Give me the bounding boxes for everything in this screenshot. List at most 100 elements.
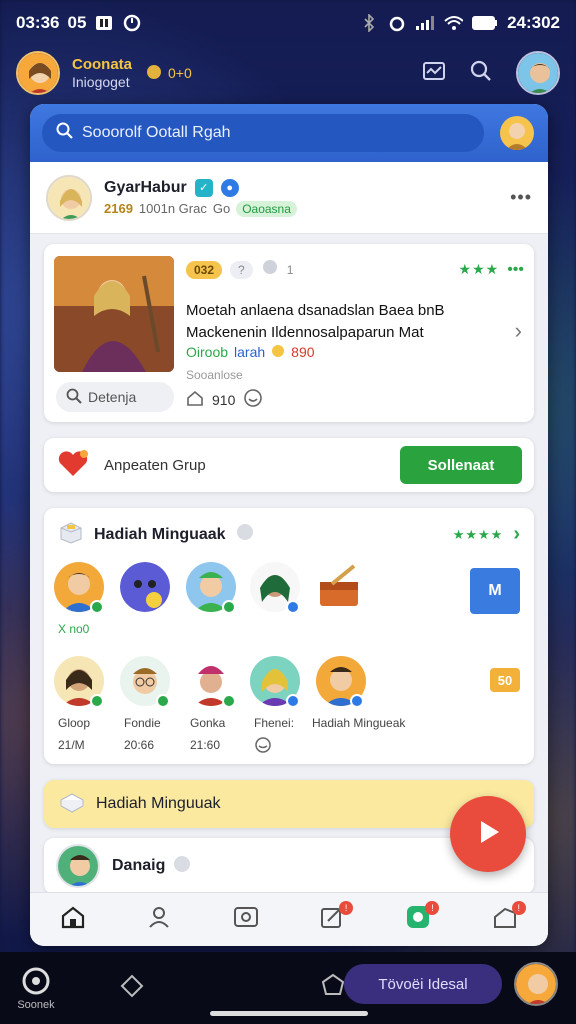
- box-icon: [58, 520, 84, 549]
- feature-image: [54, 256, 174, 372]
- play-icon: [473, 817, 503, 852]
- m-tile[interactable]: M: [470, 568, 520, 614]
- chevron-right-icon[interactable]: ›: [515, 318, 522, 344]
- system-pill-button[interactable]: Tövoëi Idesal: [344, 964, 502, 1004]
- feature-tags: 032 ? 1 ★★★ •••: [186, 258, 524, 281]
- status-dot: [222, 600, 236, 614]
- system-left[interactable]: Soonek: [14, 966, 58, 1011]
- feature-stat: 910: [186, 388, 263, 411]
- reward-value-3: 21:60: [190, 738, 221, 752]
- reward-header[interactable]: Hadiah Minguaak ★★★★ ›: [58, 520, 520, 549]
- feature-search[interactable]: Detenja: [56, 382, 174, 412]
- profile-row-avatar: [46, 174, 92, 221]
- clock-icon: [122, 14, 142, 32]
- profile-level: 2169: [104, 201, 133, 216]
- feature-tag-2: ?: [230, 260, 253, 279]
- reward-title: Hadiah Minguaak: [94, 525, 226, 543]
- smile-icon: [254, 736, 272, 759]
- reward-name-5: Hadiah Mingueak: [312, 716, 406, 730]
- user-avatar[interactable]: [16, 51, 60, 95]
- nav-profile[interactable]: [142, 903, 176, 937]
- reward-avatar-2[interactable]: [120, 562, 170, 612]
- feature-price-green: Oiroob: [186, 344, 229, 360]
- reward-row-label: X no0: [58, 622, 90, 636]
- house-icon: [186, 390, 204, 409]
- search-bar[interactable]: Sooorolf Ootall Rgah: [42, 114, 484, 152]
- chevron-right-icon[interactable]: ›: [513, 523, 520, 546]
- inbox-icon[interactable]: [422, 61, 446, 86]
- status-time: 03:36: [16, 13, 60, 32]
- feature-stars: ★★★: [458, 261, 500, 277]
- panel-bottom-nav: ! ! !: [30, 892, 548, 946]
- reward-value-1: 21/M: [58, 738, 85, 752]
- reward-name-2: Fondie: [124, 716, 161, 730]
- profile-row[interactable]: GyarHabur ✓ ● 2169 1001n Grac Go Oaoasna…: [30, 162, 548, 234]
- coin-icon: [271, 344, 285, 361]
- tag-icon[interactable]: [118, 972, 146, 1005]
- status-dot: [90, 600, 104, 614]
- header-coins: 0+0: [144, 63, 192, 84]
- feature-card[interactable]: 032 ? 1 ★★★ ••• Moetah anlaena dsanadsla…: [44, 244, 534, 422]
- nav-share[interactable]: !: [488, 900, 526, 937]
- header-subtitle: Iniogoget: [72, 73, 130, 90]
- profile-name: GyarHabur ✓ ●: [104, 178, 297, 197]
- notification-badge: !: [511, 900, 526, 915]
- group-label: Anpeaten Grup: [104, 456, 206, 474]
- status-dot: [286, 694, 300, 708]
- o-tile: 50: [490, 668, 520, 692]
- status-extra: 05: [67, 13, 87, 32]
- profile-avatar[interactable]: [516, 51, 560, 95]
- banner-text: Hadiah Minguuak: [96, 795, 221, 812]
- home-indicator[interactable]: [210, 1011, 368, 1016]
- search-icon: [56, 122, 74, 145]
- info-icon: [236, 523, 254, 546]
- join-button[interactable]: Sollenaat: [400, 446, 522, 484]
- home-icon: [60, 905, 86, 934]
- coin-count: 0+0: [168, 65, 192, 81]
- system-avatar[interactable]: [514, 962, 558, 1006]
- status-dot: [90, 694, 104, 708]
- target-icon: [21, 967, 51, 999]
- reward-card: Hadiah Minguaak ★★★★ › M X no0 50 Gloop …: [44, 508, 534, 764]
- profile-meta-text: 1001n Grac: [138, 201, 207, 216]
- nav-edit[interactable]: !: [315, 900, 354, 937]
- feature-more-icon[interactable]: •••: [507, 261, 524, 279]
- info-icon: [173, 855, 191, 878]
- reward-name-1: Gloop: [58, 716, 91, 730]
- verified-icon: ✓: [194, 178, 213, 197]
- battery-icon: [471, 14, 499, 32]
- profile-meta: 2169 1001n Grac Go Oaoasna: [104, 200, 297, 217]
- header-names: Coonata Iniogoget: [72, 56, 132, 89]
- play-button[interactable]: [450, 796, 526, 872]
- panel-avatar[interactable]: [500, 116, 534, 150]
- battery-text: 24:302: [507, 13, 560, 32]
- puzzle-icon[interactable]: [320, 972, 346, 1003]
- notification-badge: !: [339, 900, 354, 915]
- system-left-label: Soonek: [17, 998, 55, 1011]
- search-icon[interactable]: [470, 60, 492, 87]
- feature-text-line-1: Moetah anlaena dsanadslan Baea bnB: [186, 302, 445, 319]
- feature-stat-value: 910: [212, 391, 236, 408]
- alarm-icon: [387, 14, 407, 32]
- user-card-name: Danaig: [112, 857, 166, 874]
- nav-chat[interactable]: !: [401, 900, 440, 937]
- reward-value-2: 20:66: [124, 738, 155, 752]
- feature-price-blue: larah: [234, 344, 266, 360]
- status-dot: [222, 694, 236, 708]
- profile-info: GyarHabur ✓ ● 2169 1001n Grac Go Oaoasna: [104, 178, 297, 217]
- reward-chest[interactable]: [314, 562, 364, 612]
- status-dot: [156, 694, 170, 708]
- nav-home[interactable]: [56, 903, 90, 937]
- feature-subtitle: Sooanlose: [186, 368, 243, 382]
- feature-price-red: 890: [291, 344, 315, 360]
- system-bar: Soonek Tövoëi Idesal: [0, 952, 576, 1024]
- more-icon[interactable]: •••: [510, 187, 532, 208]
- nav-gallery[interactable]: [229, 903, 263, 937]
- search-text: Sooorolf Ootall Rgah: [82, 124, 231, 141]
- notification-badge: !: [425, 900, 440, 915]
- photo-icon: [233, 906, 259, 933]
- feature-tag-3: 1: [286, 262, 294, 277]
- reward-name-3: Gonka: [190, 716, 226, 730]
- status-bar: 03:36 05 24:302: [0, 0, 576, 46]
- gear-icon: [261, 258, 279, 281]
